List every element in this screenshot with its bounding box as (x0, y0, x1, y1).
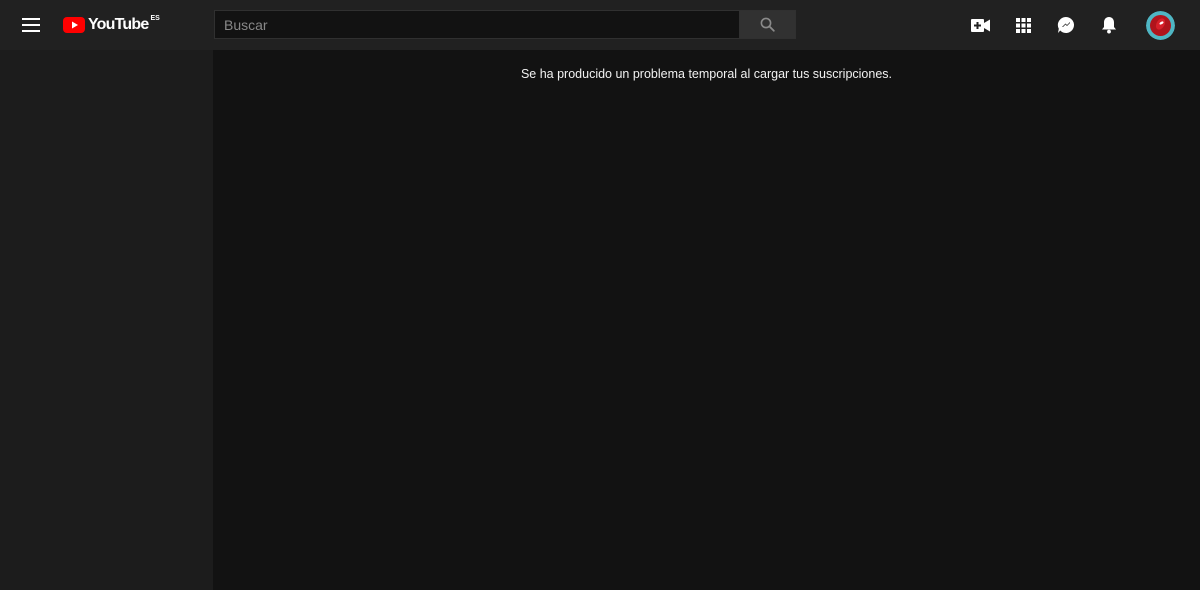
messages-button[interactable] (1053, 12, 1079, 38)
search-box (214, 10, 796, 39)
search-button[interactable] (739, 10, 796, 39)
logo-wordmark: YouTube (88, 16, 149, 33)
apps-button[interactable] (1010, 12, 1036, 38)
top-navigation-bar: YouTube ES (0, 0, 1200, 50)
create-video-button[interactable] (967, 12, 993, 38)
video-camera-plus-icon (970, 18, 990, 32)
youtube-play-logo-icon (63, 17, 85, 33)
search-icon (760, 17, 775, 32)
messages-share-icon (1057, 16, 1075, 33)
search-input[interactable] (214, 10, 739, 39)
user-avatar[interactable] (1146, 11, 1175, 40)
avatar-image (1146, 11, 1175, 40)
hamburger-menu-icon (22, 18, 40, 32)
guide-menu-button[interactable] (15, 9, 47, 41)
youtube-logo[interactable]: YouTube ES (63, 14, 160, 36)
logo-region-code: ES (150, 15, 160, 22)
notifications-button[interactable] (1096, 12, 1122, 38)
apps-grid-icon (1015, 17, 1031, 33)
guide-sidebar (0, 50, 213, 590)
main-content: Se ha producido un problema temporal al … (213, 50, 1200, 590)
bell-icon (1102, 17, 1116, 34)
subscriptions-error-message: Se ha producido un problema temporal al … (520, 67, 893, 81)
